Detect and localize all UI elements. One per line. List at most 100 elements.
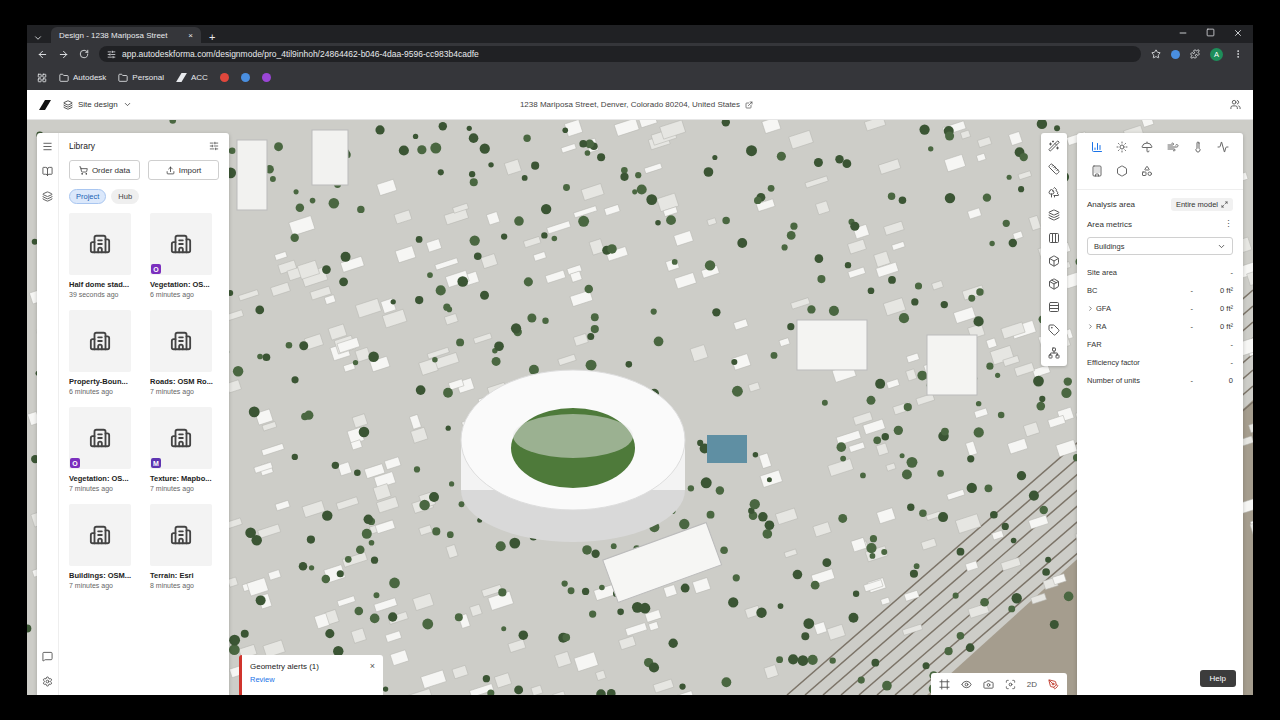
metric-row: BC-0 ft²: [1087, 281, 1233, 299]
bookmark-blue-icon[interactable]: [241, 73, 250, 82]
library-item[interactable]: Half dome stad...39 seconds ago: [69, 213, 138, 298]
library-item[interactable]: Property-Boun...6 minutes ago: [69, 310, 138, 395]
design-tool-icon[interactable]: [1048, 186, 1060, 198]
source-badge: M: [151, 458, 161, 468]
chevron-icon: [123, 100, 132, 109]
analysis-area-chip[interactable]: Entire model: [1171, 198, 1233, 211]
library-item[interactable]: MTexture: Mapbo...7 minutes ago: [150, 407, 219, 492]
analysis-tool-icon[interactable]: [1091, 141, 1103, 153]
filter-icon[interactable]: [209, 141, 219, 151]
collaborators-icon[interactable]: [1230, 99, 1241, 110]
design-tool-icon[interactable]: [1048, 140, 1060, 152]
analysis-tool-icon[interactable]: [1192, 141, 1204, 153]
design-tool-icon[interactable]: [1048, 278, 1060, 290]
design-toolbar: [1041, 133, 1067, 366]
analysis-tool-icon[interactable]: [1141, 165, 1153, 177]
url-field[interactable]: app.autodeskforma.com/designmode/pro_4ti…: [99, 46, 1141, 62]
analysis-tool-icon[interactable]: [1217, 141, 1229, 153]
library-item[interactable]: Roads: OSM Ro...7 minutes ago: [150, 310, 219, 395]
extension-icon[interactable]: [1171, 50, 1180, 59]
analysis-tool-icon[interactable]: [1116, 141, 1128, 153]
tab-close[interactable]: ×: [188, 31, 193, 40]
minimize-icon[interactable]: [1178, 28, 1188, 38]
analysis-tool-icon[interactable]: [1167, 141, 1179, 153]
library-item[interactable]: OVegetation: OS...7 minutes ago: [69, 407, 138, 492]
design-tool-icon[interactable]: [1048, 232, 1060, 244]
reload-icon[interactable]: [79, 49, 89, 59]
model-icon: [89, 524, 111, 546]
geometry-alert: Geometry alerts (1)×Review: [239, 655, 383, 695]
design-tool-icon[interactable]: [1048, 209, 1060, 221]
expand-row-icon[interactable]: [1087, 323, 1094, 330]
design-tool-icon[interactable]: [1048, 301, 1060, 313]
library-item[interactable]: OVegetation: OS...6 minutes ago: [150, 213, 219, 298]
library-item[interactable]: Terrain: Esri8 minutes ago: [150, 504, 219, 589]
design-tool-icon[interactable]: [1048, 347, 1060, 359]
design-tool-icon[interactable]: [1048, 255, 1060, 267]
bookmark[interactable]: ACC: [176, 73, 208, 82]
close-icon[interactable]: [1233, 28, 1243, 38]
alert-close[interactable]: ×: [370, 661, 375, 671]
analysis-tool-icon[interactable]: [1091, 165, 1103, 177]
app-header: Site design1238 Mariposa Street, Denver,…: [27, 90, 1253, 120]
bookmark-purple-icon[interactable]: [262, 73, 271, 82]
forward-icon[interactable]: [58, 49, 69, 60]
model-icon: [89, 330, 111, 352]
tab-search-icon[interactable]: [33, 33, 43, 43]
analysis-tools: [1077, 133, 1243, 190]
library-item[interactable]: Buildings: OSM...7 minutes ago: [69, 504, 138, 589]
model-icon: [170, 330, 192, 352]
view-tool-icon[interactable]: [939, 679, 950, 690]
browser-tab[interactable]: Design - 1238 Mariposa Street×: [51, 27, 201, 43]
filter-pill[interactable]: Project: [69, 189, 106, 204]
external-link-icon[interactable]: [745, 101, 753, 109]
back-icon[interactable]: [37, 49, 48, 60]
model-icon: [89, 233, 111, 255]
metrics-menu[interactable]: ⋮: [1224, 219, 1233, 229]
filter-pill[interactable]: Hub: [111, 189, 139, 204]
library-title: Library: [69, 141, 95, 151]
extensions-icon[interactable]: [1190, 49, 1200, 59]
metric-row: Site area-: [1087, 263, 1233, 281]
model-icon: [89, 427, 111, 449]
model-icon: [170, 233, 192, 255]
bookmark[interactable]: Personal: [118, 73, 164, 83]
layers-icon: [63, 100, 73, 110]
metrics-filter-select[interactable]: Buildings: [1087, 237, 1233, 255]
apps-icon[interactable]: [37, 73, 47, 83]
sketch-icon[interactable]: [1048, 679, 1059, 690]
help-button[interactable]: Help: [1200, 670, 1236, 687]
library-button[interactable]: Import: [148, 160, 219, 180]
rail-tool-icon[interactable]: [42, 141, 53, 152]
analysis-tool-icon[interactable]: [1116, 165, 1128, 177]
analysis-tool-icon[interactable]: [1141, 141, 1153, 153]
item-thumbnail: O: [69, 407, 131, 469]
design-tool-icon[interactable]: [1048, 324, 1060, 336]
menu-icon[interactable]: [1233, 49, 1243, 59]
mode-select[interactable]: Site design: [63, 100, 193, 110]
review-link[interactable]: Review: [250, 675, 375, 684]
expand-icon: [1221, 201, 1228, 208]
new-tab-button[interactable]: +: [209, 31, 215, 43]
profile-avatar[interactable]: A: [1210, 48, 1223, 61]
view-tool-icon[interactable]: [1005, 679, 1016, 690]
rail-tool-icon[interactable]: [42, 651, 53, 662]
maximize-icon[interactable]: [1206, 28, 1215, 37]
bookmark[interactable]: Autodesk: [59, 73, 106, 83]
view-tool-icon[interactable]: [961, 679, 972, 690]
view-tool-icon[interactable]: [983, 679, 994, 690]
bookmark-star-icon[interactable]: [1151, 49, 1161, 59]
metric-row: Number of units-0: [1087, 371, 1233, 389]
bookmark-red-icon[interactable]: [220, 73, 229, 82]
metric-row: FAR-: [1087, 335, 1233, 353]
rail-tool-icon[interactable]: [42, 191, 53, 202]
library-button[interactable]: Order data: [69, 160, 140, 180]
site-info-icon[interactable]: [107, 50, 116, 59]
expand-row-icon[interactable]: [1087, 305, 1094, 312]
2d-toggle[interactable]: 2D: [1027, 680, 1037, 689]
design-tool-icon[interactable]: [1048, 163, 1060, 175]
rail-tool-icon[interactable]: [42, 166, 53, 177]
forma-logo-icon[interactable]: [39, 100, 51, 110]
metric-row: Efficiency factor-: [1087, 353, 1233, 371]
rail-tool-icon[interactable]: [42, 676, 53, 687]
